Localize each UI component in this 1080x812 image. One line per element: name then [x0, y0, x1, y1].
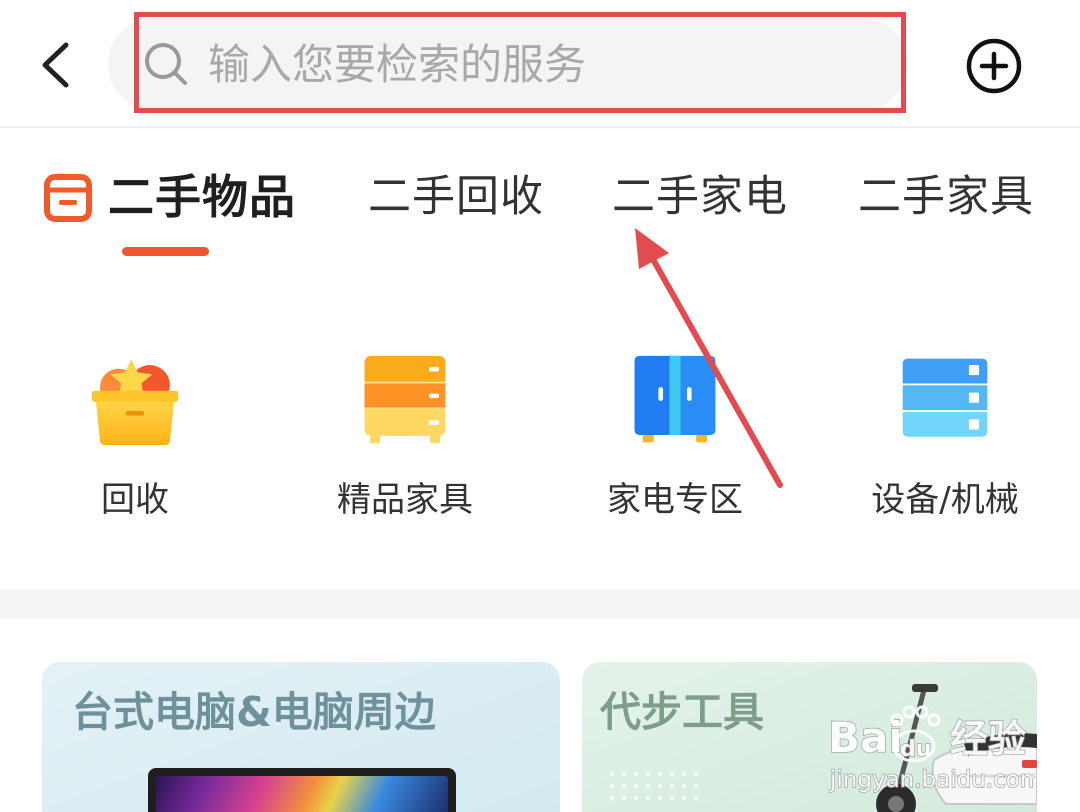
category-label: 精品家具	[337, 480, 473, 520]
category-appliances[interactable]: 家电专区	[545, 354, 805, 524]
recycle-box-icon	[91, 359, 179, 446]
chevron-left-icon	[42, 42, 69, 88]
dot-pattern	[608, 770, 698, 808]
category-recycle[interactable]: 回收	[5, 354, 265, 524]
annotation-highlight-box	[134, 12, 906, 113]
plus-circle-icon	[966, 38, 1022, 94]
cabinet-icon	[364, 355, 446, 444]
baidu-watermark: Bai du 经验 jingyan.baidu.com	[827, 705, 1035, 794]
tab-label: 二手回收	[368, 172, 544, 222]
tab-second-hand-goods[interactable]: 二手物品	[40, 166, 300, 262]
active-tab-indicator	[122, 247, 209, 256]
card-title: 台式电脑&电脑周边	[72, 688, 436, 736]
box-icon	[43, 173, 93, 223]
machine-icon	[902, 358, 988, 437]
card-title: 代步工具	[600, 688, 764, 736]
back-button[interactable]	[38, 40, 74, 90]
category-label: 家电专区	[607, 480, 743, 520]
tab-label: 二手家具	[858, 172, 1034, 222]
top-divider	[0, 126, 1080, 128]
section-separator	[0, 590, 1080, 618]
tab-second-hand-appliances[interactable]: 二手家电	[612, 168, 792, 258]
refrigerator-icon	[634, 355, 716, 443]
desktop-monitor-image	[148, 768, 456, 812]
tab-second-hand-recycling[interactable]: 二手回收	[368, 168, 548, 258]
category-label: 设备/机械	[871, 480, 1019, 520]
add-button[interactable]	[965, 37, 1023, 95]
tab-label: 二手物品	[108, 170, 296, 224]
tab-label: 二手家电	[612, 172, 788, 222]
category-label: 回收	[101, 480, 169, 520]
card-desktop-computers[interactable]: 台式电脑&电脑周边	[42, 662, 560, 812]
category-equipment-machinery[interactable]: 设备/机械	[815, 354, 1075, 524]
category-quality-furniture[interactable]: 精品家具	[275, 354, 535, 524]
watermark-brand-cn: 经验	[950, 717, 1026, 761]
tab-second-hand-furniture[interactable]: 二手家具	[858, 168, 1038, 258]
monitor-screen	[156, 776, 448, 812]
watermark-url: jingyan.baidu.com	[829, 767, 1035, 793]
